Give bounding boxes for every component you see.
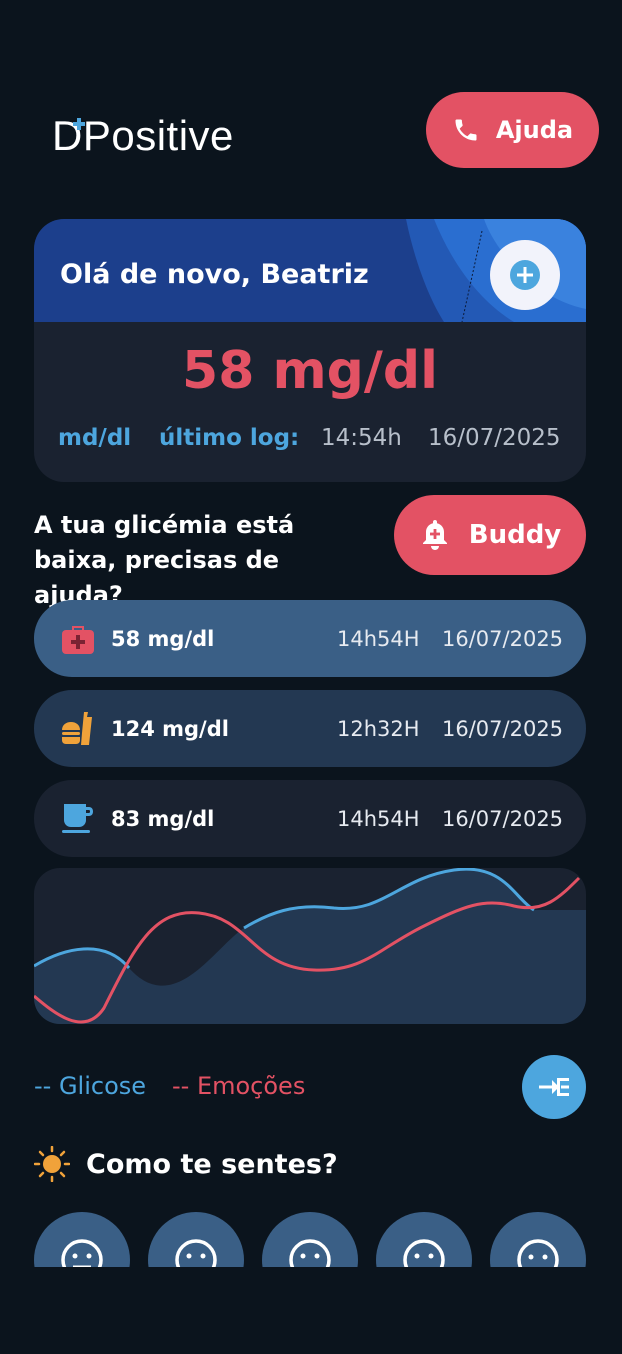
sad-face-icon bbox=[517, 1239, 559, 1267]
mood-option[interactable] bbox=[34, 1212, 130, 1267]
greeting-text: Olá de novo, Beatriz bbox=[60, 259, 369, 290]
mood-title: Como te sentes? bbox=[86, 1148, 338, 1180]
coffee-icon bbox=[62, 804, 93, 833]
last-log-time: 14:54h bbox=[321, 425, 402, 451]
log-time: 12h32H bbox=[337, 716, 420, 741]
last-log-label: último log: bbox=[159, 425, 300, 451]
last-log-date: 16/07/2025 bbox=[428, 425, 561, 451]
neutral-face-icon bbox=[175, 1239, 217, 1267]
mood-header: Como te sentes? bbox=[34, 1146, 338, 1182]
mood-option[interactable] bbox=[490, 1212, 586, 1267]
low-glucose-alert: A tua glicémia está baixa, precisas de a… bbox=[34, 511, 295, 609]
help-button-label: Ajuda bbox=[495, 116, 574, 144]
mood-option[interactable] bbox=[376, 1212, 472, 1267]
log-row[interactable]: 124 mg/dl 12h32H 16/07/2025 bbox=[34, 690, 586, 767]
neutral-face-icon bbox=[403, 1239, 445, 1267]
log-value: 83 mg/dl bbox=[111, 806, 215, 831]
mood-option[interactable] bbox=[262, 1212, 358, 1267]
expand-chart-button[interactable] bbox=[522, 1055, 586, 1119]
bell-plus-icon bbox=[422, 520, 447, 550]
card-header: Olá de novo, Beatriz bbox=[34, 219, 586, 322]
log-date: 16/07/2025 bbox=[442, 626, 564, 651]
glucose-card: Olá de novo, Beatriz 58 mg/dl md/dl últi… bbox=[34, 219, 586, 482]
mood-option[interactable] bbox=[148, 1212, 244, 1267]
add-log-button[interactable] bbox=[490, 240, 560, 310]
neutral-face-icon bbox=[61, 1239, 103, 1267]
buddy-button-label: Buddy bbox=[468, 520, 562, 550]
logo-plus-icon bbox=[73, 118, 85, 130]
logo-text: Positive bbox=[82, 112, 234, 159]
app-logo: D Positive bbox=[52, 112, 234, 160]
glucose-unit: md/dl bbox=[58, 425, 132, 451]
medical-kit-icon bbox=[62, 626, 94, 654]
log-date: 16/07/2025 bbox=[442, 716, 564, 741]
current-glucose-reading: 58 mg/dl bbox=[182, 341, 438, 401]
expand-arrow-icon bbox=[539, 1078, 569, 1096]
log-time: 14h54H bbox=[337, 626, 420, 651]
log-row[interactable]: 83 mg/dl 14h54H 16/07/2025 bbox=[34, 780, 586, 857]
food-icon bbox=[62, 712, 92, 745]
log-value: 124 mg/dl bbox=[111, 716, 229, 741]
mood-options bbox=[34, 1212, 586, 1267]
log-date: 16/07/2025 bbox=[442, 806, 564, 831]
neutral-face-icon bbox=[289, 1239, 331, 1267]
sun-icon bbox=[34, 1146, 70, 1182]
plus-circle-icon bbox=[510, 260, 540, 290]
legend-emotions: -- Emoções bbox=[172, 1072, 306, 1100]
glucose-emotion-chart bbox=[34, 868, 586, 1024]
glucose-area bbox=[34, 869, 586, 1024]
log-row[interactable]: 58 mg/dl 14h54H 16/07/2025 bbox=[34, 600, 586, 677]
help-button[interactable]: Ajuda bbox=[426, 92, 599, 168]
phone-icon bbox=[455, 119, 477, 141]
log-value: 58 mg/dl bbox=[111, 626, 215, 651]
buddy-button[interactable]: Buddy bbox=[394, 495, 586, 575]
legend-glucose: -- Glicose bbox=[34, 1072, 147, 1100]
log-time: 14h54H bbox=[337, 806, 420, 831]
